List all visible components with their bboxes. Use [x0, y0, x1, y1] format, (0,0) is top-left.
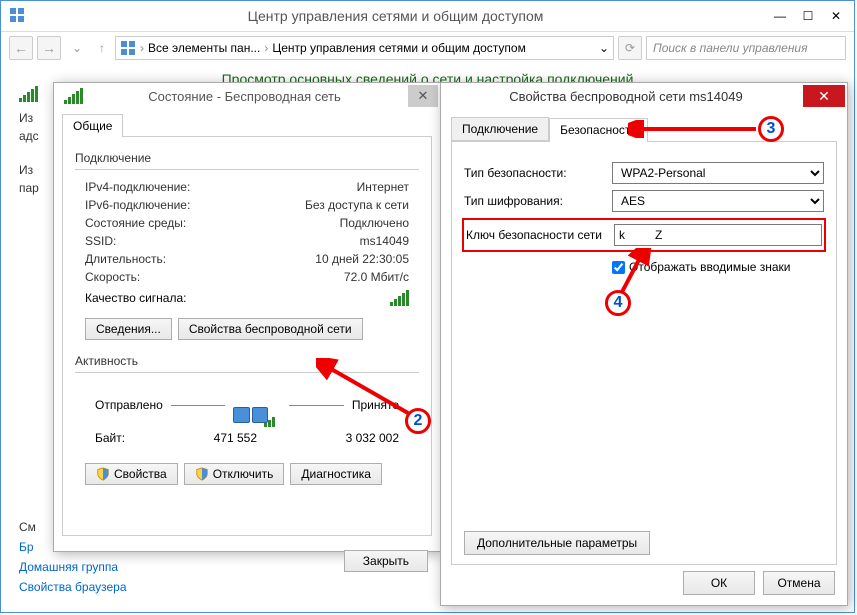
tab-panel: Подключение IPv4-подключение: Интернет IP…	[62, 136, 432, 536]
close-button[interactable]: ✕	[822, 6, 850, 26]
arrow-2	[316, 358, 416, 418]
marker-number: 3	[758, 116, 784, 142]
maximize-button[interactable]: ☐	[794, 6, 822, 26]
tabs: Общие	[54, 109, 440, 136]
breadcrumb[interactable]: › Все элементы пан... › Центр управления…	[115, 36, 614, 60]
dialog-titlebar: Свойства беспроводной сети ms14049 ✕	[441, 83, 847, 109]
refresh-icon: ⟳	[625, 41, 635, 55]
bytes-recv: 3 032 002	[346, 431, 399, 445]
marker-number: 4	[605, 290, 631, 316]
encryption-select[interactable]: AES	[612, 190, 824, 212]
security-type-select[interactable]: WPA2-Personal	[612, 162, 824, 184]
signal-icon	[19, 86, 38, 102]
chevron-down-icon: ⌄	[72, 41, 82, 55]
wifi-properties-dialog: Свойства беспроводной сети ms14049 ✕ Под…	[440, 82, 848, 606]
control-panel-icon	[120, 40, 136, 56]
marker-4: 4	[605, 290, 631, 316]
marker-number: 2	[405, 408, 431, 434]
tab-connection[interactable]: Подключение	[451, 117, 549, 141]
minimize-button[interactable]: —	[766, 6, 794, 26]
recent-button[interactable]: ⌄	[65, 36, 89, 60]
bc-item[interactable]: Центр управления сетями и общим доступом	[272, 41, 526, 55]
state-label: Состояние среды:	[85, 216, 186, 230]
title-bar: Центр управления сетями и общим доступом…	[1, 1, 854, 31]
highlight-box: Ключ безопасности сети	[462, 218, 826, 252]
tab-general[interactable]: Общие	[62, 114, 123, 137]
ok-button[interactable]: ОК	[683, 571, 755, 595]
speed-value: 72.0 Мбит/с	[344, 270, 409, 284]
group-connection: Подключение	[75, 149, 419, 167]
up-button[interactable]: ↑	[93, 36, 111, 60]
duration-label: Длительность:	[85, 252, 166, 266]
dialog-title: Свойства беспроводной сети ms14049	[451, 89, 801, 104]
dialog-titlebar: Состояние - Беспроводная сеть ✕	[54, 83, 440, 109]
wifi-properties-button[interactable]: Свойства беспроводной сети	[178, 318, 363, 340]
refresh-button[interactable]: ⟳	[618, 36, 642, 60]
shield-icon	[96, 467, 110, 481]
bc-sep-icon: ›	[140, 41, 144, 55]
security-panel: Тип безопасности: WPA2-Personal Тип шифр…	[451, 141, 837, 565]
ssid-label: SSID:	[85, 234, 116, 248]
side-header	[19, 86, 39, 105]
window-title: Центр управления сетями и общим доступом	[25, 8, 766, 24]
search-input[interactable]: Поиск в панели управления	[646, 36, 846, 60]
bc-sep-icon: ›	[264, 41, 268, 55]
shield-icon	[195, 467, 209, 481]
ipv6-value: Без доступа к сети	[305, 198, 409, 212]
advanced-button[interactable]: Дополнительные параметры	[464, 531, 650, 555]
arrow-right-icon: →	[42, 40, 56, 56]
sent-label: Отправлено	[95, 398, 163, 412]
properties-button[interactable]: Свойства	[85, 463, 178, 485]
side-panel: Из адс Из пар	[19, 86, 39, 199]
wifi-icon	[64, 88, 83, 104]
bytes-label: Байт:	[95, 431, 125, 445]
signal-bars-icon	[390, 290, 409, 306]
ipv6-label: IPv6-подключение:	[85, 198, 190, 212]
dialog-close-button[interactable]: ✕	[803, 85, 845, 107]
window-icon	[9, 7, 25, 26]
state-value: Подключено	[340, 216, 409, 230]
security-type-label: Тип безопасности:	[464, 166, 612, 180]
security-key-input[interactable]	[614, 224, 822, 246]
nav-bar: ← → ⌄ ↑ › Все элементы пан... › Центр уп…	[1, 31, 854, 63]
duration-value: 10 дней 22:30:05	[315, 252, 409, 266]
wifi-status-dialog: Состояние - Беспроводная сеть ✕ Общие По…	[53, 82, 441, 552]
ipv4-label: IPv4-подключение:	[85, 180, 190, 194]
dialog-title: Состояние - Беспроводная сеть	[83, 89, 406, 104]
security-key-label: Ключ безопасности сети	[466, 228, 614, 242]
btn-label: Отключить	[213, 467, 274, 481]
marker-3: 3	[758, 116, 784, 142]
arrow-4	[614, 248, 654, 296]
window-buttons: — ☐ ✕	[766, 6, 850, 26]
bytes-sent: 471 552	[125, 431, 346, 445]
forward-button[interactable]: →	[37, 36, 61, 60]
btn-label: Свойства	[114, 467, 167, 481]
ssid-value: ms14049	[360, 234, 409, 248]
dialog-close-button[interactable]: ✕	[408, 85, 438, 107]
encryption-label: Тип шифрования:	[464, 194, 612, 208]
diagnose-button[interactable]: Диагностика	[290, 463, 382, 485]
link-browser[interactable]: Свойства браузера	[19, 580, 127, 594]
arrow-3	[628, 120, 760, 138]
side-text: Из	[19, 111, 39, 125]
speed-label: Скорость:	[85, 270, 140, 284]
side-text: адс	[19, 129, 39, 143]
close-dialog-button[interactable]: Закрыть	[344, 550, 428, 572]
arrow-up-icon: ↑	[99, 41, 105, 55]
bc-item[interactable]: Все элементы пан...	[148, 41, 260, 55]
side-text: пар	[19, 181, 39, 195]
disable-button[interactable]: Отключить	[184, 463, 285, 485]
details-button[interactable]: Сведения...	[85, 318, 172, 340]
bc-dropdown-icon[interactable]: ⌄	[599, 41, 609, 55]
signal-label: Качество сигнала:	[85, 291, 186, 305]
back-button[interactable]: ←	[9, 36, 33, 60]
monitors-icon	[233, 387, 281, 423]
arrow-left-icon: ←	[14, 40, 28, 56]
marker-2: 2	[405, 408, 431, 434]
ipv4-value: Интернет	[357, 180, 409, 194]
side-text: Из	[19, 163, 39, 177]
cancel-button[interactable]: Отмена	[763, 571, 835, 595]
